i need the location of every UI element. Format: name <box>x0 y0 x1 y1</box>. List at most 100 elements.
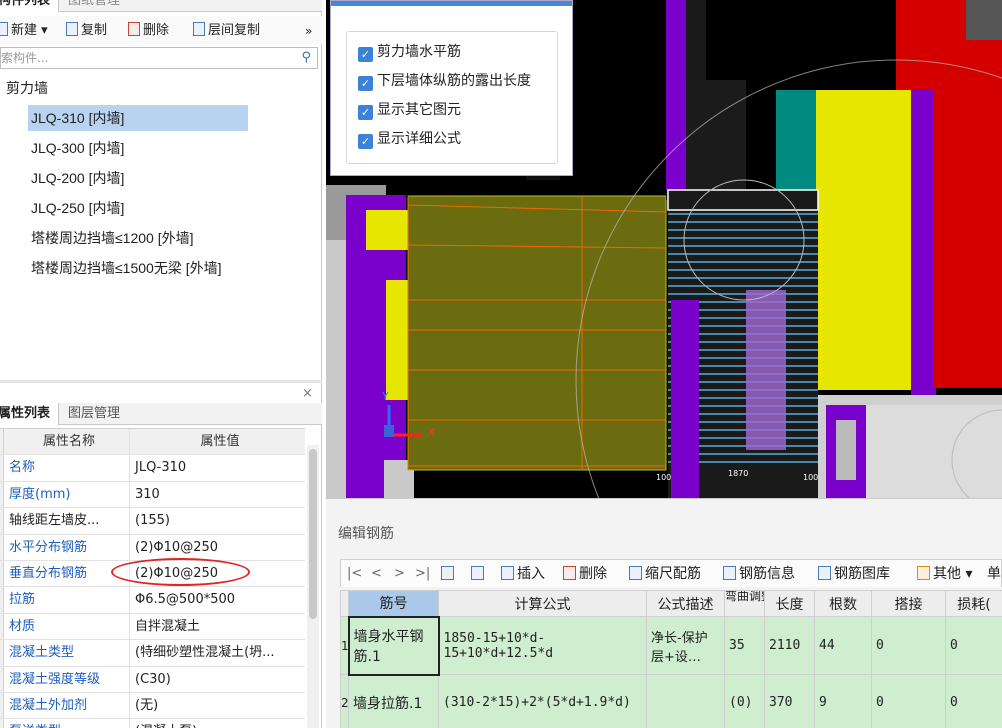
panel-splitter[interactable] <box>0 380 322 383</box>
tree-item-jlq-200[interactable]: JLQ-200 [内墙] <box>31 165 124 191</box>
bend-cell[interactable]: (0) <box>724 674 765 728</box>
delete-button[interactable]: 删除 <box>128 21 169 41</box>
desc-cell[interactable]: 净长-保护层+设… <box>646 616 725 675</box>
length-cell[interactable]: 370 <box>764 674 815 728</box>
nav-last-button[interactable]: >| <box>415 566 430 582</box>
toolbar-more-button[interactable]: » <box>305 21 312 41</box>
dim-label-left: 100 <box>656 473 672 482</box>
move-up-button[interactable] <box>441 566 457 582</box>
search-input[interactable] <box>1 48 291 68</box>
table-row[interactable]: 1 墙身水平钢筋.1 1850-15+10*d-15+10*d+12.5*d 净… <box>340 615 1002 676</box>
tree-item-jlq-300[interactable]: JLQ-300 [内墙] <box>31 135 124 161</box>
component-tabbar: 构件列表 图纸管理 <box>0 0 322 12</box>
insert-button[interactable]: 插入 <box>501 566 545 582</box>
property-row-gutter <box>0 587 4 613</box>
property-value[interactable]: (2)Φ10@250 <box>131 535 305 560</box>
checkbox-checked-icon[interactable]: ✓ <box>358 134 373 149</box>
tree-item-jlq-250[interactable]: JLQ-250 [内墙] <box>31 195 124 221</box>
tab-property-list[interactable]: 属性列表 <box>0 403 60 425</box>
checkbox-checked-icon[interactable]: ✓ <box>358 47 373 62</box>
property-value[interactable]: (特细砂塑性混凝土(坍... <box>131 640 305 665</box>
col-bend[interactable]: 弯曲调整 <box>724 590 765 617</box>
table-row[interactable]: 2 墙身拉筋.1 (310-2*15)+2*(5*d+1.9*d) (0) 37… <box>340 674 1002 728</box>
length-cell[interactable]: 2110 <box>764 616 815 675</box>
tree-item-jlq-310[interactable]: JLQ-310 [内墙] <box>28 105 248 131</box>
property-value[interactable]: (C30) <box>131 667 305 692</box>
option-show-other[interactable]: ✓ 显示其它图元 <box>358 100 461 120</box>
popup-options-group: ✓ 剪力墙水平筋 ✓ 下层墙体纵筋的露出长度 ✓ 显示其它图元 ✓ 显示详细公式 <box>346 31 558 164</box>
count-cell[interactable]: 44 <box>814 616 872 675</box>
checkbox-checked-icon[interactable]: ✓ <box>358 105 373 120</box>
tree-item-retaining-wall-1200[interactable]: 塔楼周边挡墙≤1200 [外墙] <box>31 225 194 251</box>
loss-cell[interactable]: 0 <box>945 674 1002 728</box>
tab-layer-manage[interactable]: 图层管理 <box>60 403 128 425</box>
property-row[interactable]: 轴线距左墙皮... (155) <box>0 508 305 535</box>
property-row[interactable]: 混凝土强度等级 (C30) <box>0 666 305 693</box>
tree-root-shear-wall[interactable]: 剪力墙 <box>6 75 48 101</box>
option-label: 剪力墙水平筋 <box>377 44 461 60</box>
col-lap[interactable]: 搭接 <box>871 590 946 617</box>
property-row[interactable]: 水平分布钢筋 (2)Φ10@250 <box>0 534 305 561</box>
lap-cell[interactable]: 0 <box>871 616 946 675</box>
bend-cell[interactable]: 35 <box>724 616 765 675</box>
option-horizontal-rebar[interactable]: ✓ 剪力墙水平筋 <box>358 42 461 62</box>
rebar-library-button[interactable]: 钢筋图库 <box>818 566 890 582</box>
property-scrollbar[interactable] <box>307 445 319 728</box>
close-icon[interactable]: × <box>302 386 313 401</box>
property-scroll-thumb[interactable] <box>309 449 317 619</box>
formula-cell[interactable]: (310-2*15)+2*(5*d+1.9*d) <box>438 674 647 728</box>
red-circle-annotation <box>111 558 250 586</box>
option-lower-wall-exposure[interactable]: ✓ 下层墙体纵筋的露出长度 <box>358 71 531 91</box>
property-row-gutter <box>0 640 4 666</box>
tree-item-retaining-wall-1500[interactable]: 塔楼周边挡墙≤1500无梁 [外墙] <box>31 255 222 281</box>
delete-icon <box>128 22 140 36</box>
col-formula[interactable]: 计算公式 <box>438 590 647 617</box>
property-value[interactable]: 自拌混凝土 <box>131 614 305 639</box>
col-rebar-no[interactable]: 筋号 <box>348 590 439 617</box>
col-loss[interactable]: 损耗( <box>945 590 1002 617</box>
property-value[interactable]: (混凝土泵) <box>131 719 305 728</box>
loss-cell[interactable]: 0 <box>945 616 1002 675</box>
new-button[interactable]: 新建 ▾ <box>0 21 48 41</box>
tab-component-list[interactable]: 构件列表 <box>0 0 60 12</box>
floor-copy-button[interactable]: 层间复制 <box>193 21 260 41</box>
search-icon[interactable]: ⚲ <box>301 50 311 65</box>
property-value[interactable]: 310 <box>131 482 305 507</box>
checkbox-checked-icon[interactable]: ✓ <box>358 76 373 91</box>
rebar-name-cell[interactable]: 墙身水平钢筋.1 <box>347 615 440 676</box>
col-count[interactable]: 根数 <box>814 590 872 617</box>
copy-button[interactable]: 复制 <box>66 21 107 41</box>
property-row[interactable]: 混凝土外加剂 (无) <box>0 692 305 720</box>
property-row-gutter <box>0 692 4 719</box>
rebar-name-cell[interactable]: 墙身拉筋.1 <box>348 674 439 728</box>
property-name-header: 属性名称 <box>5 429 130 455</box>
rebar-info-button[interactable]: 钢筋信息 <box>723 566 795 582</box>
property-value[interactable]: Φ6.5@500*500 <box>131 587 305 612</box>
formula-cell[interactable]: 1850-15+10*d-15+10*d+12.5*d <box>438 616 647 675</box>
col-length[interactable]: 长度 <box>764 590 815 617</box>
count-cell[interactable]: 9 <box>814 674 872 728</box>
other-button[interactable]: 其他 ▾ <box>917 566 972 582</box>
property-row[interactable]: 拉筋 Φ6.5@500*500 <box>0 587 305 614</box>
property-value-header: 属性值 <box>131 429 305 455</box>
property-value[interactable]: (无) <box>131 693 305 718</box>
property-row[interactable]: 材质 自拌混凝土 <box>0 613 305 641</box>
tab-drawing-manage[interactable]: 图纸管理 <box>60 0 128 12</box>
lap-cell[interactable]: 0 <box>871 674 946 728</box>
move-down-button[interactable] <box>471 566 487 582</box>
desc-cell[interactable] <box>646 674 725 728</box>
property-value[interactable]: JLQ-310 <box>131 455 305 480</box>
nav-first-button[interactable]: |< <box>347 566 362 582</box>
nav-prev-button[interactable]: < <box>371 566 382 582</box>
delete-row-button[interactable]: 删除 <box>563 566 607 582</box>
option-show-formula[interactable]: ✓ 显示详细公式 <box>358 129 461 149</box>
single-button[interactable]: 单 <box>987 566 1001 582</box>
property-row[interactable]: 混凝土类型 (特细砂塑性混凝土(坍... <box>0 640 305 667</box>
scale-rebar-button[interactable]: 缩尺配筋 <box>629 566 701 582</box>
property-row[interactable]: 泵送类型(混凝土泵) <box>0 719 305 728</box>
nav-next-button[interactable]: > <box>394 566 405 582</box>
property-row[interactable]: 名称 JLQ-310 <box>0 455 305 482</box>
col-desc[interactable]: 公式描述 <box>646 590 725 617</box>
property-row[interactable]: 厚度(mm) 310 <box>0 481 305 509</box>
property-value[interactable]: (155) <box>131 508 305 533</box>
